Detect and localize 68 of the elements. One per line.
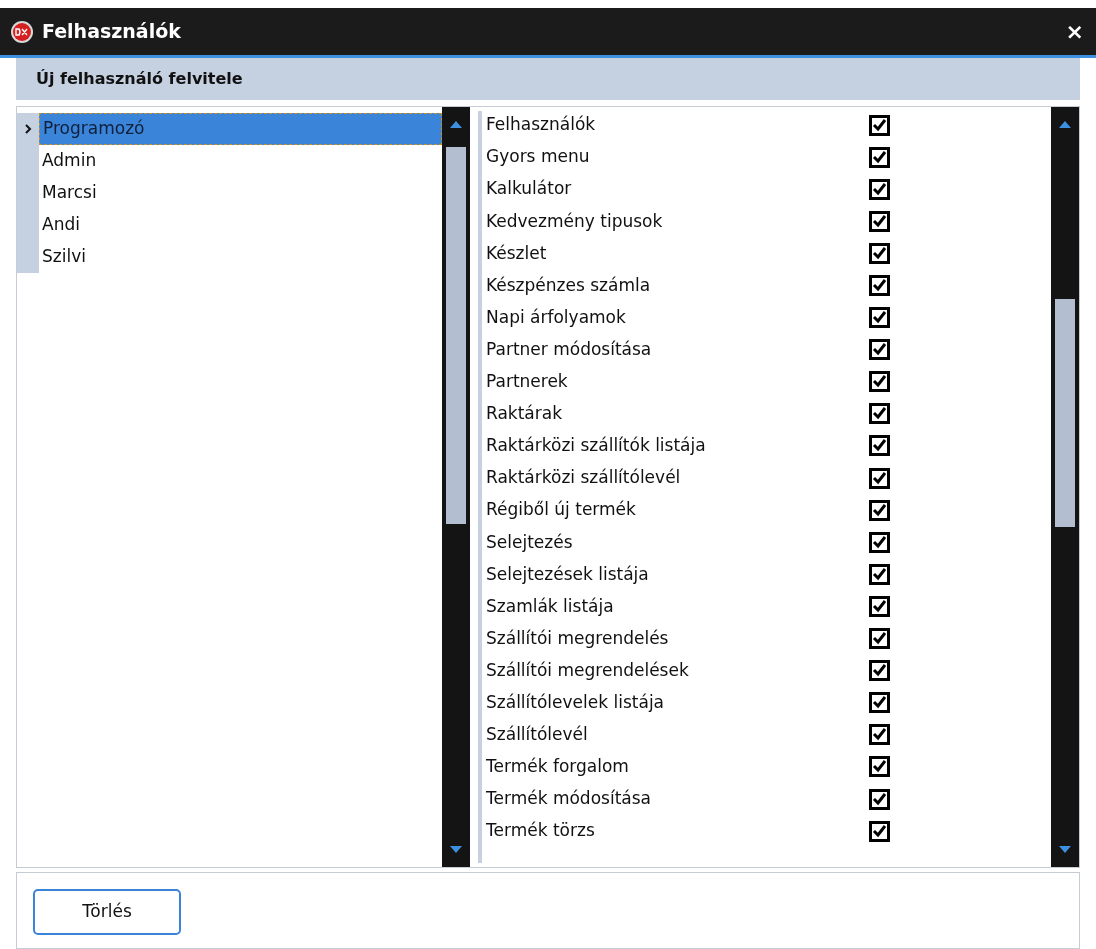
scroll-up-icon[interactable] — [1059, 121, 1071, 128]
permission-checkbox[interactable] — [869, 371, 890, 393]
app-logo-icon — [10, 19, 34, 44]
user-row[interactable]: Szilvi — [17, 241, 442, 273]
permission-checkbox[interactable] — [869, 531, 890, 553]
permission-checkbox[interactable] — [869, 275, 890, 296]
permission-checkbox[interactable] — [869, 435, 890, 457]
delete-button[interactable]: Törlés — [33, 889, 181, 935]
scrollbar[interactable] — [1051, 107, 1079, 867]
permission-name: Raktárközi szállítók listája — [485, 434, 707, 458]
permission-name: Kalkulátor — [485, 177, 573, 201]
permission-checkbox[interactable] — [869, 242, 890, 264]
user-row[interactable]: Andi — [17, 209, 442, 241]
user-name: Marcsi — [41, 181, 98, 205]
permission-checkbox[interactable] — [869, 403, 890, 425]
close-button[interactable]: × — [1065, 15, 1084, 48]
permission-checkbox[interactable] — [869, 499, 890, 521]
permission-name: Selejtezés — [485, 530, 574, 554]
permission-name: Kedvezmény tipusok — [485, 209, 664, 233]
permission-name: Termék törzs — [485, 819, 596, 843]
permission-name: Szállítói megrendelés — [485, 626, 670, 650]
permission-checkbox[interactable] — [869, 820, 890, 842]
permission-checkbox[interactable] — [869, 146, 890, 168]
scrollbar[interactable] — [442, 107, 470, 867]
permission-name: Szállítólevelek listája — [485, 691, 666, 714]
permission-name: Szamlák listája — [485, 594, 615, 618]
permission-checkbox[interactable] — [869, 114, 890, 136]
permission-name: Napi árfolyamok — [485, 305, 627, 329]
permission-name: Szállítói megrendelések — [485, 658, 690, 682]
window-title: Felhasználók — [42, 19, 181, 45]
permission-checkbox[interactable] — [869, 563, 890, 585]
permission-checkbox[interactable] — [869, 467, 890, 489]
permission-checkbox[interactable] — [869, 595, 890, 617]
user-row[interactable]: Admin — [17, 145, 442, 177]
permission-checkbox[interactable] — [869, 660, 890, 682]
permission-checkbox[interactable] — [869, 788, 890, 810]
scroll-up-icon[interactable] — [450, 121, 462, 128]
permission-name: Partner módosítása — [485, 337, 653, 361]
permission-name: Partnerek — [485, 370, 569, 394]
permission-checkbox[interactable] — [869, 692, 890, 714]
permission-name: Készpénzes számla — [485, 273, 652, 297]
permission-checkbox[interactable] — [869, 339, 890, 361]
permission-checkbox[interactable] — [869, 210, 890, 232]
user-row[interactable]: Marcsi — [17, 177, 442, 209]
permission-checkbox[interactable] — [869, 756, 890, 778]
permission-checkbox[interactable] — [869, 307, 890, 329]
scroll-down-icon[interactable] — [1059, 846, 1071, 853]
user-name: Andi — [41, 213, 81, 237]
user-name: Admin — [41, 149, 98, 173]
permission-name: Szállítólevél — [485, 723, 589, 747]
permission-name: Termék forgalom — [485, 755, 630, 779]
permission-checkbox[interactable] — [869, 628, 890, 650]
scrollbar-thumb[interactable] — [1055, 299, 1075, 527]
user-name: Szilvi — [41, 245, 87, 269]
permission-name: Raktárak — [485, 402, 564, 426]
permission-name: Raktárközi szállítólevél — [485, 466, 682, 490]
permission-name: Termék módosítása — [485, 787, 652, 811]
permission-name: Gyors menu — [485, 145, 591, 169]
permission-name: Régiből új termék — [485, 498, 637, 522]
header-title: Új felhasználó felvitele — [36, 68, 243, 90]
permission-name: Selejtezések listája — [485, 562, 650, 586]
scrollbar-thumb[interactable] — [446, 147, 466, 524]
scroll-down-icon[interactable] — [450, 846, 462, 853]
permission-checkbox[interactable] — [869, 724, 890, 746]
permission-checkbox[interactable] — [869, 178, 890, 200]
permission-name: Felhasználók — [485, 113, 597, 137]
row-indicator-icon — [24, 124, 32, 134]
permission-name: Készlet — [485, 241, 548, 265]
